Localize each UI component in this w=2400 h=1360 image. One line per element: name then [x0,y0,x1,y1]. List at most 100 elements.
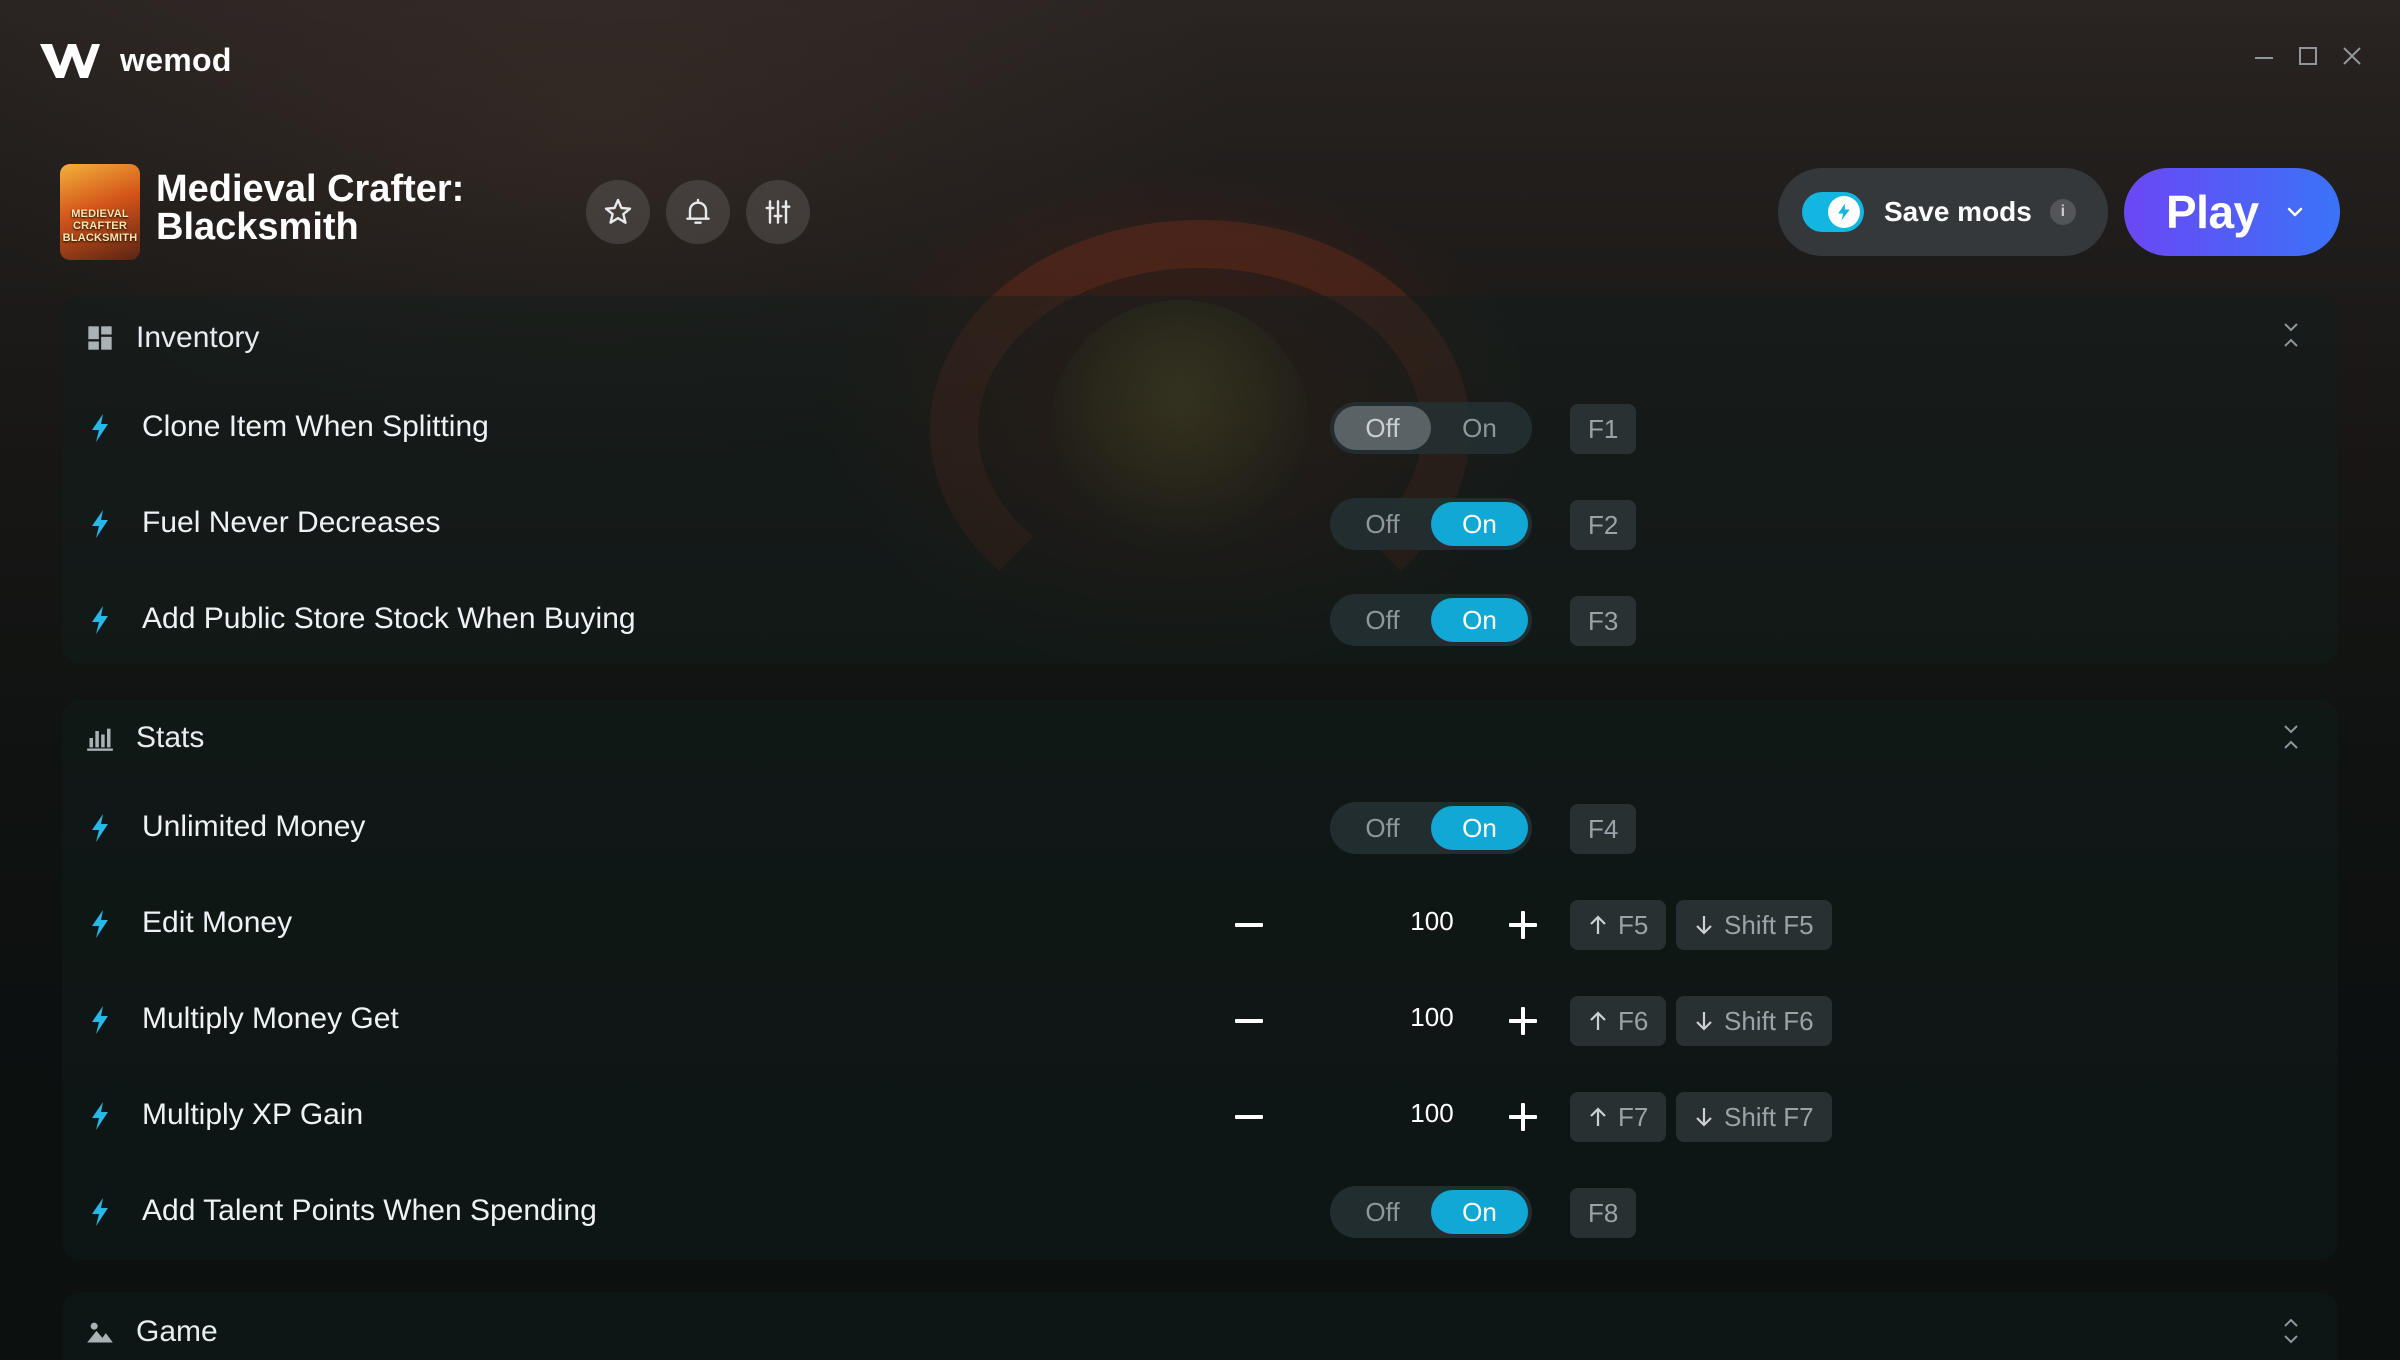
section-label-stats: Stats [136,721,205,754]
stepper-value[interactable]: 100 [1348,906,1516,937]
mod-row: Add Public Store Stock When Buying Off O… [62,572,2338,668]
bar-chart-icon [87,728,113,751]
hotkey-increase-badge: F5 [1570,900,1667,950]
bolt-icon [92,1006,108,1034]
toggle-on-option[interactable]: On [1431,598,1528,642]
stepper-value[interactable]: 100 [1348,1002,1516,1033]
app-brand: wemod [120,42,232,78]
hotkey-decrease-badge: Shift F6 [1676,996,1832,1046]
toggle-off-option[interactable]: Off [1334,502,1431,546]
game-title: Medieval Crafter: Blacksmith [156,170,464,246]
mod-name: Fuel Never Decreases [142,506,441,539]
mod-toggle[interactable]: Off On [1330,1186,1532,1238]
save-mods-label: Save mods [1884,196,2032,227]
toggle-on-option[interactable]: On [1431,806,1528,850]
section-stats: Stats Unlimited Money Off On F4 Edit Mon… [62,700,2338,1260]
decrement-button[interactable] [1224,996,1274,1046]
game-cover-image: MEDIEVAL CRAFTER BLACKSMITH [60,164,140,260]
hotkey-badge: F4 [1570,804,1637,854]
hotkey-badge: F8 [1570,1188,1637,1238]
save-mods-toggle[interactable] [1802,192,1864,232]
plus-icon [1509,911,1537,939]
hotkey-label: F7 [1618,1102,1649,1132]
hotkey-label: F5 [1618,910,1649,940]
grid-icon [88,326,112,350]
hotkey-badge: F1 [1570,404,1637,454]
stepper-value[interactable]: 100 [1348,1098,1516,1129]
mod-name: Multiply Money Get [142,1002,399,1035]
mod-toggle[interactable]: Off On [1330,802,1532,854]
close-icon[interactable] [2338,44,2366,72]
mod-row: Clone Item When Splitting Off On F1 [62,380,2338,476]
bolt-icon [92,414,108,442]
settings-button[interactable] [746,180,810,244]
info-icon[interactable]: i [2049,199,2076,225]
hotkey-label: Shift F7 [1724,1102,1814,1132]
mod-toggle[interactable]: Off On [1330,402,1532,454]
hotkey-increase-badge: F7 [1570,1092,1667,1142]
toggle-on-option[interactable]: On [1431,406,1528,450]
mod-row: Fuel Never Decreases Off On F2 [62,476,2338,572]
mod-toggle[interactable]: Off On [1330,498,1532,550]
mod-name: Add Public Store Stock When Buying [142,602,636,635]
section-label-inventory: Inventory [136,321,260,354]
minimize-icon[interactable] [2250,44,2278,72]
mod-toggle[interactable]: Off On [1330,594,1532,646]
toggle-off-option[interactable]: Off [1334,406,1431,450]
mod-row: Add Talent Points When Spending Off On F… [62,1164,2338,1260]
decrement-button[interactable] [1224,900,1274,950]
plus-icon [1509,1007,1537,1035]
toggle-off-option[interactable]: Off [1334,806,1431,850]
mod-name: Add Talent Points When Spending [142,1194,597,1227]
chevron-down-icon[interactable] [2283,200,2307,224]
arrow-down-icon [1696,916,1712,935]
bolt-icon [92,1198,108,1226]
arrow-up-icon [1590,1107,1606,1126]
sliders-icon [765,200,791,224]
toggle-off-option[interactable]: Off [1334,598,1431,642]
increment-button[interactable] [1498,996,1548,1046]
mod-name: Clone Item When Splitting [142,410,489,443]
toggle-on-option[interactable]: On [1431,502,1528,546]
hotkey-label: Shift F5 [1724,910,1814,940]
bell-icon [686,198,710,224]
collapse-icon[interactable] [2280,722,2302,752]
hotkey-decrease-badge: Shift F5 [1676,900,1832,950]
increment-button[interactable] [1498,900,1548,950]
bolt-icon [92,910,108,938]
toggle-on-option[interactable]: On [1431,1190,1528,1234]
section-game: Game [62,1292,2338,1360]
mod-name: Multiply XP Gain [142,1098,364,1131]
increment-button[interactable] [1498,1092,1548,1142]
minus-icon [1235,1019,1263,1023]
mod-row: Edit Money 100 F5 Shift F5 [62,876,2338,972]
game-cover-text: MEDIEVAL CRAFTER BLACKSMITH [62,208,138,244]
maximize-icon[interactable] [2294,44,2322,72]
star-icon [604,198,632,224]
mod-name: Unlimited Money [142,810,366,843]
save-mods-button[interactable]: Save mods i [1778,168,2108,256]
decrement-button[interactable] [1224,1092,1274,1142]
section-header-stats[interactable]: Stats [86,718,204,758]
landscape-icon [87,1322,113,1343]
play-button[interactable]: Play [2124,168,2340,256]
expand-icon[interactable] [2280,1316,2302,1346]
section-header-inventory[interactable]: Inventory [86,318,259,358]
notifications-button[interactable] [666,180,730,244]
mod-row: Multiply XP Gain 100 F7 Shift F7 [62,1068,2338,1164]
plus-icon [1509,1103,1537,1131]
toggle-off-option[interactable]: Off [1334,1190,1431,1234]
section-header-game[interactable]: Game [86,1312,218,1352]
collapse-icon[interactable] [2280,320,2302,350]
section-label-game: Game [136,1315,218,1348]
arrow-up-icon [1590,1011,1606,1030]
mod-name: Edit Money [142,906,293,939]
bolt-icon [92,606,108,634]
favorite-button[interactable] [586,180,650,244]
bolt-icon [1838,203,1850,221]
hotkey-badge: F2 [1570,500,1637,550]
arrow-down-icon [1696,1012,1712,1031]
hotkey-label: Shift F6 [1724,1006,1814,1036]
minus-icon [1235,923,1263,927]
mod-row: Multiply Money Get 100 F6 Shift F6 [62,972,2338,1068]
